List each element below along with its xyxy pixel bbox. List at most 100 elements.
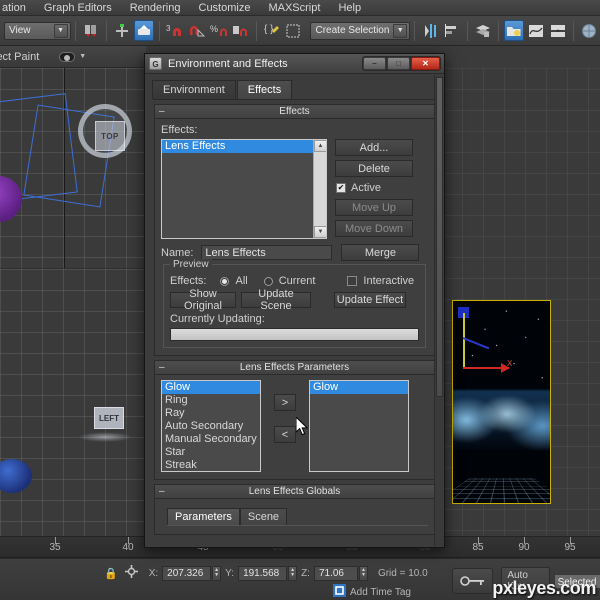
viewport-top[interactable]: TOP (0, 68, 146, 268)
x-spinner[interactable]: ▲ ▼ (212, 565, 222, 581)
tab-scene[interactable]: Scene (239, 508, 288, 525)
show-original-button[interactable]: Show Original (170, 288, 236, 312)
move-down-button[interactable]: Move Down (335, 220, 413, 237)
preview-effects-label: Effects: (170, 275, 207, 287)
active-checkbox[interactable]: ✔ (336, 183, 346, 193)
maximize-button[interactable]: □ (387, 57, 410, 70)
material-editor-icon[interactable] (579, 20, 599, 41)
chevron-down-icon[interactable]: ▼ (393, 23, 408, 38)
list-item[interactable]: Glow (162, 381, 260, 394)
name-label: Name: (161, 246, 194, 259)
collapse-icon[interactable]: – (159, 106, 165, 117)
list-item[interactable]: Glow (310, 381, 408, 394)
add-effect-button[interactable]: > (274, 394, 296, 411)
scroll-up-icon[interactable]: ▲ (314, 140, 326, 152)
remove-effect-button[interactable]: < (274, 426, 296, 443)
radio-all[interactable] (220, 276, 230, 286)
layer-manager-icon[interactable] (473, 20, 493, 41)
add-button[interactable]: Add... (335, 139, 413, 156)
percent-snap-icon[interactable]: % (209, 20, 229, 41)
available-effects-listbox[interactable]: Glow Ring Ray Auto Secondary Manual Seco… (161, 380, 261, 472)
collapse-icon[interactable]: – (159, 486, 165, 497)
viewport-left[interactable]: LEFT (0, 269, 146, 536)
update-scene-button[interactable]: Update Scene (241, 288, 311, 312)
list-item[interactable]: Star (162, 446, 260, 459)
curve-editor-icon[interactable] (526, 20, 546, 41)
delete-button[interactable]: Delete (335, 160, 413, 177)
spinner-snap-icon[interactable] (231, 20, 251, 41)
menu-item-graph-editors[interactable]: Graph Editors (35, 0, 121, 16)
viewport-perspective[interactable]: X (452, 300, 551, 504)
environment-and-effects-dialog[interactable]: G Environment and Effects – □ ✕ Environm… (144, 53, 445, 548)
dialog-scrollbar-thumb[interactable] (436, 77, 443, 397)
z-spinner[interactable]: ▲ ▼ (358, 565, 368, 581)
effects-rollout-header[interactable]: – Effects (155, 105, 434, 119)
selection-set-value: Create Selection Se (315, 25, 405, 36)
list-item[interactable]: Ray (162, 407, 260, 420)
lens-params-header[interactable]: – Lens Effects Parameters (155, 361, 434, 375)
y-spinner[interactable]: ▲ ▼ (288, 565, 298, 581)
minimize-button[interactable]: – (363, 57, 386, 70)
collapse-icon[interactable]: – (159, 362, 165, 373)
align-icon[interactable] (442, 20, 462, 41)
mirror-icon[interactable] (420, 20, 440, 41)
named-selection-sets-icon[interactable]: { } (262, 20, 282, 41)
grid-label: Grid = 10.0 (377, 567, 428, 579)
update-effect-button[interactable]: Update Effect (334, 292, 406, 308)
menu-item-customize[interactable]: Customize (190, 0, 260, 16)
chevron-down-icon[interactable]: ▼ (53, 23, 68, 38)
transform-gizmo-icon[interactable] (124, 565, 138, 581)
preview-group-title: Preview (170, 259, 212, 270)
snap-toggle-icon[interactable]: 3 (165, 20, 185, 41)
dialog-scrollbar[interactable] (434, 76, 443, 546)
chevron-down-icon[interactable]: ▼ (79, 53, 86, 60)
menu-item-animation[interactable]: ation (0, 0, 35, 16)
list-item[interactable]: Streak (162, 459, 260, 471)
viewcube-left[interactable]: LEFT (94, 407, 124, 429)
set-key-button[interactable] (452, 568, 494, 594)
lock-icon[interactable]: 🔒 (104, 567, 118, 580)
dialog-title-bar[interactable]: G Environment and Effects – □ ✕ (145, 54, 444, 74)
z-field[interactable]: 71.06 (313, 565, 358, 581)
ruler-label: 95 (564, 542, 576, 553)
selection-region-icon[interactable] (284, 20, 304, 41)
menu-item-help[interactable]: Help (329, 0, 370, 16)
globals-header[interactable]: – Lens Effects Globals (155, 485, 434, 499)
time-tag-icon[interactable] (333, 584, 346, 600)
select-and-move-icon[interactable] (112, 20, 132, 41)
tab-environment[interactable]: Environment (152, 80, 236, 99)
add-time-tag-label[interactable]: Add Time Tag (350, 587, 411, 598)
y-field[interactable]: 191.568 (238, 565, 288, 581)
name-field[interactable]: Lens Effects (201, 245, 333, 260)
move-up-button[interactable]: Move Up (335, 199, 413, 216)
x-label: X: (148, 567, 159, 579)
schematic-view-icon[interactable] (548, 20, 568, 41)
viewcube-face-label[interactable]: TOP (95, 121, 125, 151)
x-field[interactable]: 207.326 (162, 565, 212, 581)
menu-item-maxscript[interactable]: MAXScript (259, 0, 329, 16)
viewcube-top[interactable]: TOP (78, 104, 132, 158)
list-item[interactable]: Lens Effects (162, 140, 313, 153)
list-item[interactable]: Ring (162, 394, 260, 407)
list-item[interactable]: Manual Secondary (162, 433, 260, 446)
scroll-down-icon[interactable]: ▼ (314, 226, 326, 238)
light-lister-icon[interactable] (504, 20, 525, 41)
radio-current[interactable] (263, 276, 273, 286)
undo-icon[interactable] (81, 20, 101, 41)
selection-set-combo[interactable]: Create Selection Se ▼ (310, 21, 411, 40)
tab-parameters[interactable]: Parameters (167, 508, 240, 525)
effects-listbox[interactable]: Lens Effects ▲ ▼ (161, 139, 327, 239)
list-item[interactable]: Auto Secondary (162, 420, 260, 433)
tab-effects[interactable]: Effects (236, 80, 293, 99)
menu-item-rendering[interactable]: Rendering (121, 0, 190, 16)
chosen-effects-listbox[interactable]: Glow (309, 380, 409, 472)
effects-list-scrollbar[interactable]: ▲ ▼ (313, 140, 326, 238)
interactive-checkbox[interactable] (347, 276, 358, 286)
merge-button[interactable]: Merge (341, 244, 420, 261)
select-object-icon[interactable] (133, 20, 154, 41)
angle-snap-icon[interactable] (187, 20, 207, 41)
effects-rollout-body: Effects: Lens Effects ▲ ▼ Add... Delete … (155, 119, 434, 355)
close-button[interactable]: ✕ (411, 57, 440, 70)
object-paint-toggle[interactable] (59, 51, 76, 62)
view-combo[interactable]: View ▼ (4, 21, 71, 40)
